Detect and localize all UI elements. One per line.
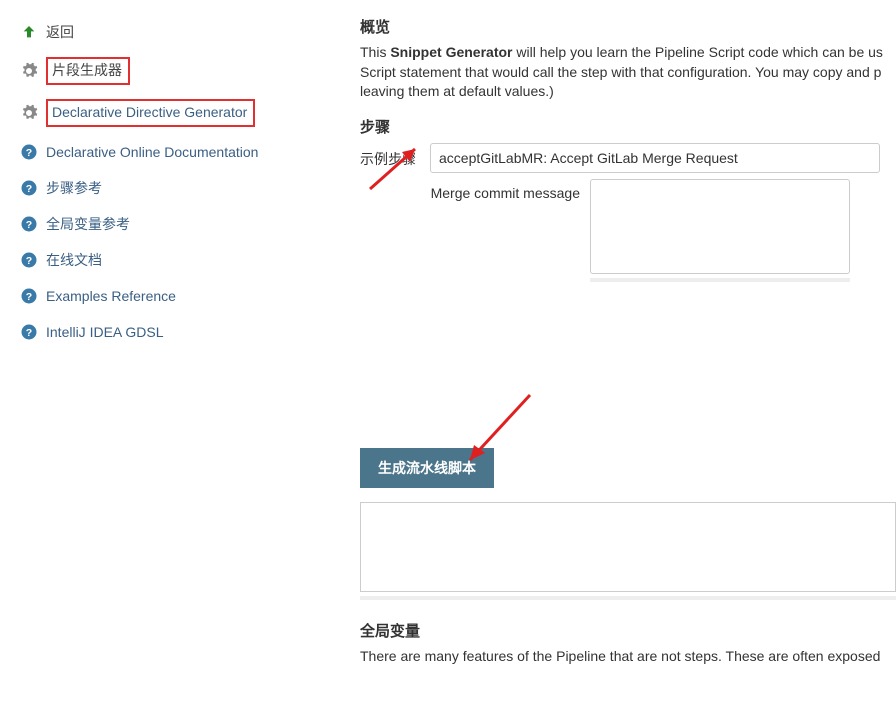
sidebar-back-label: 返回	[46, 22, 74, 42]
svg-text:?: ?	[26, 291, 32, 303]
sidebar-item-label: IntelliJ IDEA GDSL	[46, 324, 164, 340]
sidebar-item-label: Declarative Directive Generator	[46, 99, 255, 127]
sidebar-item-step-reference[interactable]: ? 步骤参考	[18, 170, 360, 206]
help-icon: ?	[18, 213, 40, 235]
help-icon: ?	[18, 141, 40, 163]
sidebar-item-declarative-online-docs[interactable]: ? Declarative Online Documentation	[18, 134, 360, 170]
svg-text:?: ?	[26, 147, 32, 159]
sidebar-item-label: Declarative Online Documentation	[46, 144, 258, 160]
sidebar-item-label: 片段生成器	[46, 57, 130, 85]
sidebar-item-examples-reference[interactable]: ? Examples Reference	[18, 278, 360, 314]
sidebar-item-global-var-reference[interactable]: ? 全局变量参考	[18, 206, 360, 242]
steps-title: 步骤	[360, 116, 896, 137]
globals-description: There are many features of the Pipeline …	[360, 647, 896, 667]
overview-title: 概览	[360, 16, 896, 37]
help-icon: ?	[18, 249, 40, 271]
gear-icon	[18, 102, 40, 124]
generate-script-button[interactable]: 生成流水线脚本	[360, 448, 494, 488]
sidebar-item-intellij-gdsl[interactable]: ? IntelliJ IDEA GDSL	[18, 314, 360, 350]
merge-commit-label: Merge commit message	[430, 179, 590, 201]
globals-title: 全局变量	[360, 620, 896, 641]
divider	[590, 278, 850, 282]
sidebar-item-snippet-generator[interactable]: 片段生成器	[18, 50, 360, 92]
generate-script-label: 生成流水线脚本	[378, 460, 476, 476]
help-icon: ?	[18, 285, 40, 307]
help-icon: ?	[18, 177, 40, 199]
sample-step-value: acceptGitLabMR: Accept GitLab Merge Requ…	[439, 150, 738, 166]
svg-text:?: ?	[26, 219, 32, 231]
sidebar-item-label: Examples Reference	[46, 288, 176, 304]
svg-text:?: ?	[26, 255, 32, 267]
gear-icon	[18, 60, 40, 82]
sample-step-row: 示例步骤 acceptGitLabMR: Accept GitLab Merge…	[360, 143, 896, 173]
overview-description: This Snippet Generator will help you lea…	[360, 43, 896, 102]
sample-step-label: 示例步骤	[360, 143, 430, 169]
sidebar: 返回 片段生成器 Declarative Directive Generator…	[0, 0, 360, 680]
sidebar-item-declarative-directive-generator[interactable]: Declarative Directive Generator	[18, 92, 360, 134]
sidebar-item-label: 在线文档	[46, 250, 102, 270]
sidebar-item-label: 步骤参考	[46, 178, 102, 198]
main-content: 概览 This Snippet Generator will help you …	[360, 0, 896, 680]
help-icon: ?	[18, 321, 40, 343]
sidebar-item-label: 全局变量参考	[46, 214, 130, 234]
arrow-up-icon	[18, 21, 40, 43]
svg-text:?: ?	[26, 183, 32, 195]
sample-step-select[interactable]: acceptGitLabMR: Accept GitLab Merge Requ…	[430, 143, 880, 173]
sidebar-back[interactable]: 返回	[18, 14, 360, 50]
svg-text:?: ?	[26, 327, 32, 339]
merge-commit-row: Merge commit message	[430, 179, 896, 282]
script-output-textarea[interactable]	[360, 502, 896, 592]
sidebar-item-online-docs[interactable]: ? 在线文档	[18, 242, 360, 278]
merge-commit-textarea[interactable]	[590, 179, 850, 274]
